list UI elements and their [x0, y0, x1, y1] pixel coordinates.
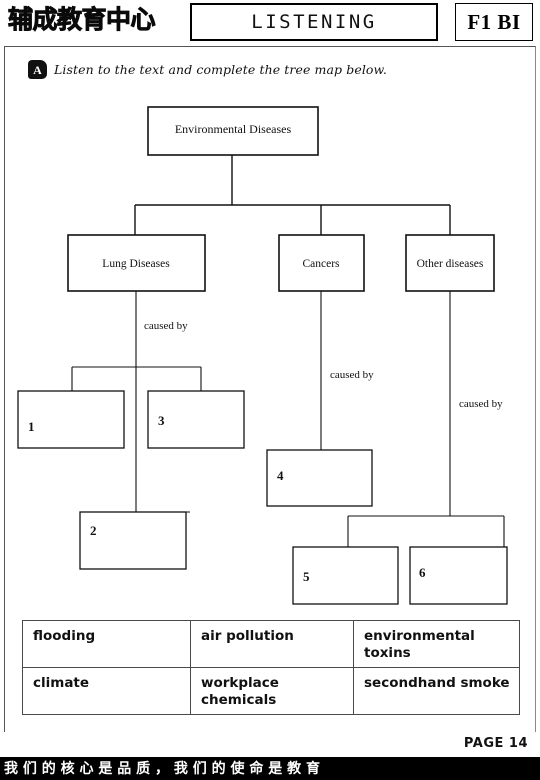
answer-box-5-number: 5 [303, 569, 310, 584]
node-other-label: Other diseases [417, 258, 484, 270]
word-option[interactable]: workplace chemicals [190, 667, 354, 715]
answer-box-2-number: 2 [90, 523, 97, 538]
school-logo-text: 辅成教育中心 [8, 5, 156, 35]
answer-box-1-number: 1 [28, 419, 35, 434]
page-number: PAGE 14 [463, 736, 528, 751]
word-option[interactable]: air pollution [190, 620, 354, 668]
word-bank-table: flooding air pollution environmental tox… [22, 620, 520, 715]
word-option[interactable]: flooding [22, 620, 191, 668]
task-letter-badge: A [28, 60, 47, 79]
tree-map-diagram: Environmental Diseases Lung Diseases Can… [0, 95, 540, 615]
task-letter: A [33, 62, 42, 77]
node-root-label: Environmental Diseases [175, 122, 292, 136]
edge-label-other: caused by [459, 398, 503, 410]
footer-banner: 我 们 的 核 心 是 品 质 ， 我 们 的 使 命 是 教 育 [0, 757, 540, 780]
word-option[interactable]: climate [22, 667, 191, 715]
node-cancers-label: Cancers [302, 258, 340, 270]
section-title: LISTENING [251, 11, 377, 33]
answer-box-3-number: 3 [158, 413, 165, 428]
word-option[interactable]: secondhand smoke [353, 667, 520, 715]
node-lung-label: Lung Diseases [102, 258, 170, 270]
edge-label-cancers: caused by [330, 369, 374, 381]
table-row: flooding air pollution environmental tox… [22, 620, 520, 668]
page-header: 辅成教育中心 LISTENING F1 BI [0, 0, 540, 46]
instruction-text: Listen to the text and complete the tree… [54, 62, 387, 77]
level-code-box: F1 BI [455, 3, 533, 41]
instruction-row: A Listen to the text and complete the tr… [28, 60, 387, 79]
edge-label-lung: caused by [144, 320, 188, 332]
section-title-box: LISTENING [190, 3, 438, 41]
word-option[interactable]: environmental toxins [353, 620, 520, 668]
answer-box-4-number: 4 [277, 468, 284, 483]
footer-banner-text: 我 们 的 核 心 是 品 质 ， 我 们 的 使 命 是 教 育 [4, 760, 320, 777]
answer-box-2[interactable] [79, 511, 187, 570]
table-row: climate workplace chemicals secondhand s… [22, 667, 520, 715]
level-code: F1 BI [467, 9, 521, 34]
answer-box-6-number: 6 [419, 565, 426, 580]
